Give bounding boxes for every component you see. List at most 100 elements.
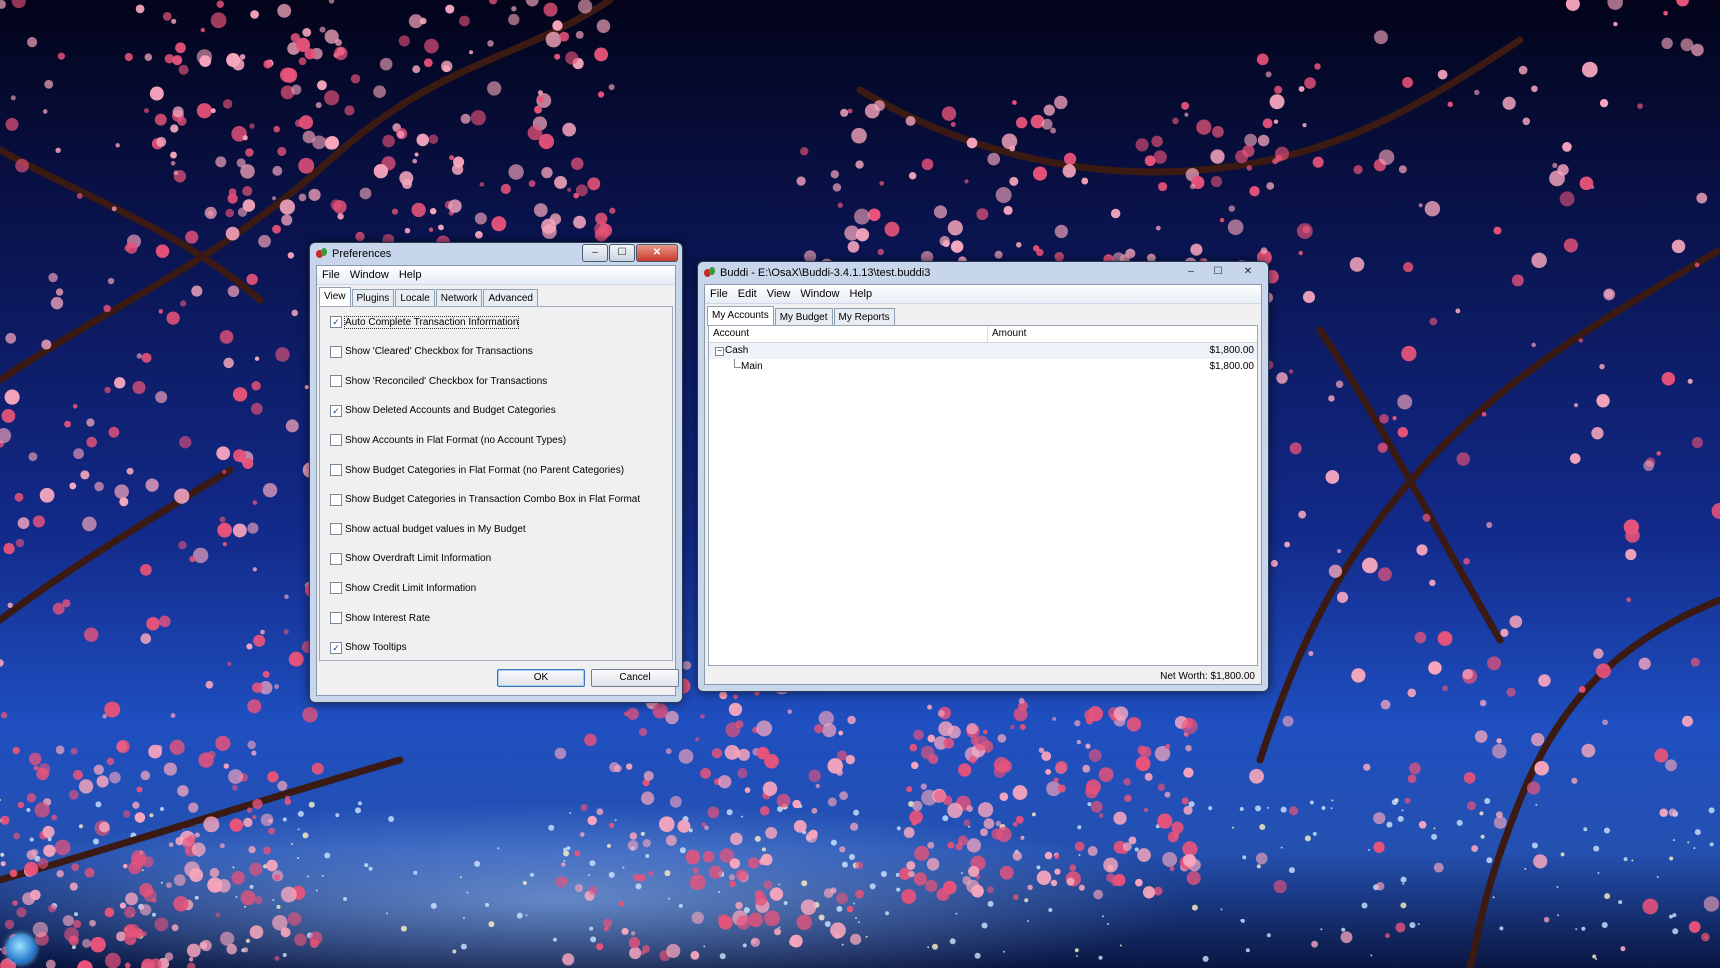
table-row-cash[interactable]: − Cash $1,800.00 bbox=[709, 343, 1257, 359]
cherry-blossom bbox=[1074, 841, 1085, 852]
cherry-blossom bbox=[111, 206, 117, 212]
pref-option[interactable]: Show actual budget values in My Budget bbox=[330, 523, 526, 536]
checkbox-unchecked-icon[interactable] bbox=[330, 345, 342, 358]
checkbox-unchecked-icon[interactable] bbox=[330, 612, 342, 624]
tab-plugins[interactable]: Plugins bbox=[351, 289, 395, 307]
cherry-blossom bbox=[1474, 730, 1488, 743]
checkbox-unchecked-icon[interactable] bbox=[330, 375, 342, 388]
cherry-blossom bbox=[754, 889, 765, 900]
pref-option[interactable]: Show Budget Categories in Flat Format (n… bbox=[330, 464, 624, 476]
cherry-blossom bbox=[146, 616, 160, 631]
cherry-blossom bbox=[302, 27, 312, 37]
cherry-blossom bbox=[511, 6, 517, 12]
pref-option[interactable]: Show 'Cleared' Checkbox for Transactions bbox=[330, 345, 533, 358]
tab-network[interactable]: Network bbox=[435, 289, 483, 307]
menu-window[interactable]: Window bbox=[345, 269, 394, 281]
minimize-button[interactable]: – bbox=[582, 244, 608, 262]
tab-advanced[interactable]: Advanced bbox=[483, 289, 538, 307]
tab-view[interactable]: View bbox=[319, 287, 351, 307]
cherry-blossom bbox=[222, 542, 227, 547]
tab-my-reports[interactable]: My Reports bbox=[833, 308, 895, 326]
city-light bbox=[474, 860, 481, 867]
cherry-blossom bbox=[215, 912, 221, 918]
city-light bbox=[836, 905, 843, 912]
cherry-blossom bbox=[1578, 338, 1584, 343]
pref-option[interactable]: Show Credit Limit Information bbox=[330, 582, 476, 595]
column-amount[interactable]: Amount bbox=[988, 326, 1257, 342]
menu-file[interactable]: File bbox=[705, 288, 733, 300]
table-row-main[interactable]: Main $1,800.00 bbox=[709, 359, 1257, 375]
close-button[interactable]: ✕ bbox=[1232, 263, 1264, 281]
cherry-blossom bbox=[266, 859, 278, 872]
city-light bbox=[1267, 806, 1270, 809]
cherry-blossom bbox=[729, 874, 736, 881]
checkbox-unchecked-icon[interactable] bbox=[330, 434, 342, 447]
collapse-icon[interactable]: − bbox=[715, 347, 724, 356]
cherry-blossom bbox=[573, 192, 579, 199]
pref-option[interactable]: Show Budget Categories in Transaction Co… bbox=[330, 493, 640, 506]
menu-help[interactable]: Help bbox=[844, 288, 877, 300]
pref-option[interactable]: Show Overdraft Limit Information bbox=[330, 552, 491, 565]
checkbox-unchecked-icon[interactable] bbox=[330, 523, 342, 536]
menu-file[interactable]: File bbox=[317, 269, 345, 281]
checkbox-unchecked-icon[interactable] bbox=[330, 464, 342, 476]
city-light bbox=[160, 881, 163, 884]
cancel-button[interactable]: Cancel bbox=[591, 669, 679, 687]
menu-window[interactable]: Window bbox=[795, 288, 844, 300]
cherry-blossom bbox=[1696, 192, 1708, 204]
menu-edit[interactable]: Edit bbox=[733, 288, 762, 300]
tab-my-budget[interactable]: My Budget bbox=[774, 308, 833, 326]
pref-option[interactable]: ✓ Auto Complete Transaction Information bbox=[330, 315, 520, 329]
checkbox-unchecked-icon[interactable] bbox=[330, 552, 342, 565]
tab-my-accounts[interactable]: My Accounts bbox=[707, 306, 774, 326]
pref-option-label: Show Budget Categories in Flat Format (n… bbox=[345, 464, 625, 476]
city-light bbox=[78, 824, 83, 829]
cherry-blossom bbox=[280, 886, 297, 903]
checkbox-checked-icon[interactable]: ✓ bbox=[330, 316, 342, 328]
checkbox-unchecked-icon[interactable] bbox=[330, 582, 342, 595]
cherry-blossom bbox=[252, 682, 263, 693]
cherry-blossom bbox=[308, 188, 321, 201]
cherry-blossom bbox=[1603, 288, 1616, 301]
cherry-blossom bbox=[625, 763, 633, 770]
checkbox-checked-icon[interactable]: ✓ bbox=[330, 641, 342, 654]
checkbox-unchecked-icon[interactable] bbox=[330, 493, 342, 506]
menu-help[interactable]: Help bbox=[394, 269, 427, 281]
maximize-button[interactable]: ☐ bbox=[1205, 263, 1231, 281]
pref-option[interactable]: ✓ Show Deleted Accounts and Budget Catego… bbox=[330, 404, 556, 417]
cherry-blossom bbox=[260, 629, 265, 635]
cherry-blossom bbox=[1054, 868, 1061, 875]
pref-option[interactable]: Show Accounts in Flat Format (no Account… bbox=[330, 434, 566, 447]
checkbox-checked-icon[interactable]: ✓ bbox=[330, 404, 342, 417]
cherry-blossom bbox=[1055, 760, 1068, 774]
column-account[interactable]: Account bbox=[709, 326, 988, 342]
cherry-blossom bbox=[1181, 101, 1190, 110]
city-light bbox=[1709, 842, 1714, 847]
cherry-blossom bbox=[707, 806, 720, 819]
close-button[interactable]: ✕ bbox=[636, 244, 678, 262]
city-light bbox=[413, 870, 418, 875]
preferences-titlebar[interactable]: Preferences – ☐ ✕ bbox=[310, 243, 682, 265]
maximize-button[interactable]: ☐ bbox=[609, 244, 635, 262]
cherry-blossom bbox=[1579, 176, 1594, 191]
city-light bbox=[857, 921, 860, 924]
cherry-blossom bbox=[28, 752, 42, 766]
city-light bbox=[1603, 827, 1610, 834]
pref-option[interactable]: Show 'Reconciled' Checkbox for Transacti… bbox=[330, 375, 547, 388]
cherry-blossom bbox=[172, 55, 183, 66]
city-light bbox=[95, 801, 102, 808]
cherry-blossom bbox=[1377, 442, 1388, 453]
minimize-button[interactable]: – bbox=[1178, 263, 1204, 281]
cherry-blossom bbox=[156, 136, 167, 147]
buddi-titlebar[interactable]: Buddi - E:\OsaX\Buddi-3.4.1.13\test.budd… bbox=[698, 262, 1268, 284]
cherry-blossom bbox=[968, 865, 980, 877]
ok-button[interactable]: OK bbox=[497, 669, 585, 687]
cherry-blossom bbox=[1186, 871, 1201, 886]
tab-locale[interactable]: Locale bbox=[395, 289, 435, 307]
pref-option[interactable]: Show Interest Rate bbox=[330, 612, 430, 624]
start-button[interactable] bbox=[6, 934, 36, 964]
cherry-blossom bbox=[359, 187, 372, 200]
pref-option[interactable]: ✓ Show Tooltips bbox=[330, 641, 407, 654]
cherry-blossom bbox=[0, 861, 6, 867]
menu-view[interactable]: View bbox=[762, 288, 796, 300]
